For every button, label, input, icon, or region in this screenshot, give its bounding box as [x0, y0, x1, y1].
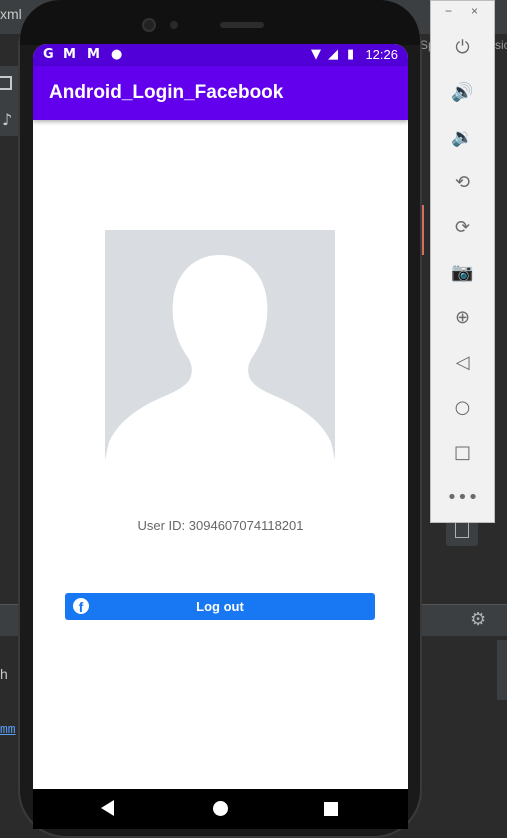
device-icon[interactable]: [0, 76, 12, 90]
ide-right-tab-2[interactable]: sic: [495, 38, 507, 52]
default-profile-silhouette-icon: [105, 230, 335, 460]
phone-screen: G M M ● ▼ ◢ ▮ 12:26 Android_Login_Facebo…: [33, 44, 408, 829]
rotate-left-icon[interactable]: ⟲: [431, 162, 494, 202]
back-icon[interactable]: ◁: [431, 342, 494, 382]
volume-up-icon[interactable]: 🔊: [431, 72, 494, 112]
app-bar: Android_Login_Facebook: [33, 66, 408, 120]
zoom-icon[interactable]: ⊕: [431, 297, 494, 337]
ide-log-text: h: [0, 666, 8, 682]
gmail-notification-icon-2: M: [87, 47, 100, 62]
dot-notification-icon: ●: [111, 47, 123, 62]
navigation-bar: [33, 789, 408, 829]
signal-icon: ◢: [328, 47, 338, 62]
app-title: Android_Login_Facebook: [49, 82, 284, 103]
facebook-logout-button[interactable]: f Log out: [65, 593, 375, 620]
status-time: 12:26: [365, 47, 398, 62]
user-id-text: User ID: 3094607074118201: [137, 518, 304, 533]
minimize-icon[interactable]: −: [445, 4, 452, 18]
nav-recents-icon[interactable]: [324, 802, 338, 816]
gear-icon[interactable]: ⚙: [470, 609, 486, 630]
ide-file-tab[interactable]: xml: [0, 6, 22, 22]
nav-home-icon[interactable]: [213, 801, 228, 816]
profile-avatar: [105, 230, 335, 460]
logout-label: Log out: [196, 599, 244, 614]
camera-icon[interactable]: 📷: [431, 252, 494, 292]
phone-top-bezel: [20, 0, 420, 45]
close-icon[interactable]: ×: [471, 4, 478, 18]
google-notification-icon: G: [43, 47, 54, 62]
sensor-icon: [170, 21, 178, 29]
status-bar: G M M ● ▼ ◢ ▮ 12:26: [33, 44, 408, 66]
camera-lens-icon: [142, 18, 156, 32]
volume-down-icon[interactable]: 🔉: [431, 117, 494, 157]
ide-log-link[interactable]: mm: [0, 722, 16, 737]
speaker-grille: [220, 22, 264, 28]
battery-icon: ▮: [347, 47, 355, 62]
wifi-icon: ▼: [311, 47, 321, 62]
power-icon[interactable]: ⏻: [431, 27, 494, 67]
ide-scrollbar[interactable]: [497, 640, 507, 700]
home-icon[interactable]: ○: [431, 387, 494, 427]
gmail-notification-icon: M: [63, 47, 76, 62]
nav-back-icon[interactable]: [101, 800, 114, 816]
music-note-icon[interactable]: ♪: [2, 110, 12, 129]
emulator-control-panel: − × ⏻ 🔊 🔉 ⟲ ⟳ 📷 ⊕ ◁ ○ □ •••: [430, 0, 495, 523]
overview-icon[interactable]: □: [431, 432, 494, 472]
rotate-right-icon[interactable]: ⟳: [431, 207, 494, 247]
more-icon[interactable]: •••: [431, 477, 494, 517]
